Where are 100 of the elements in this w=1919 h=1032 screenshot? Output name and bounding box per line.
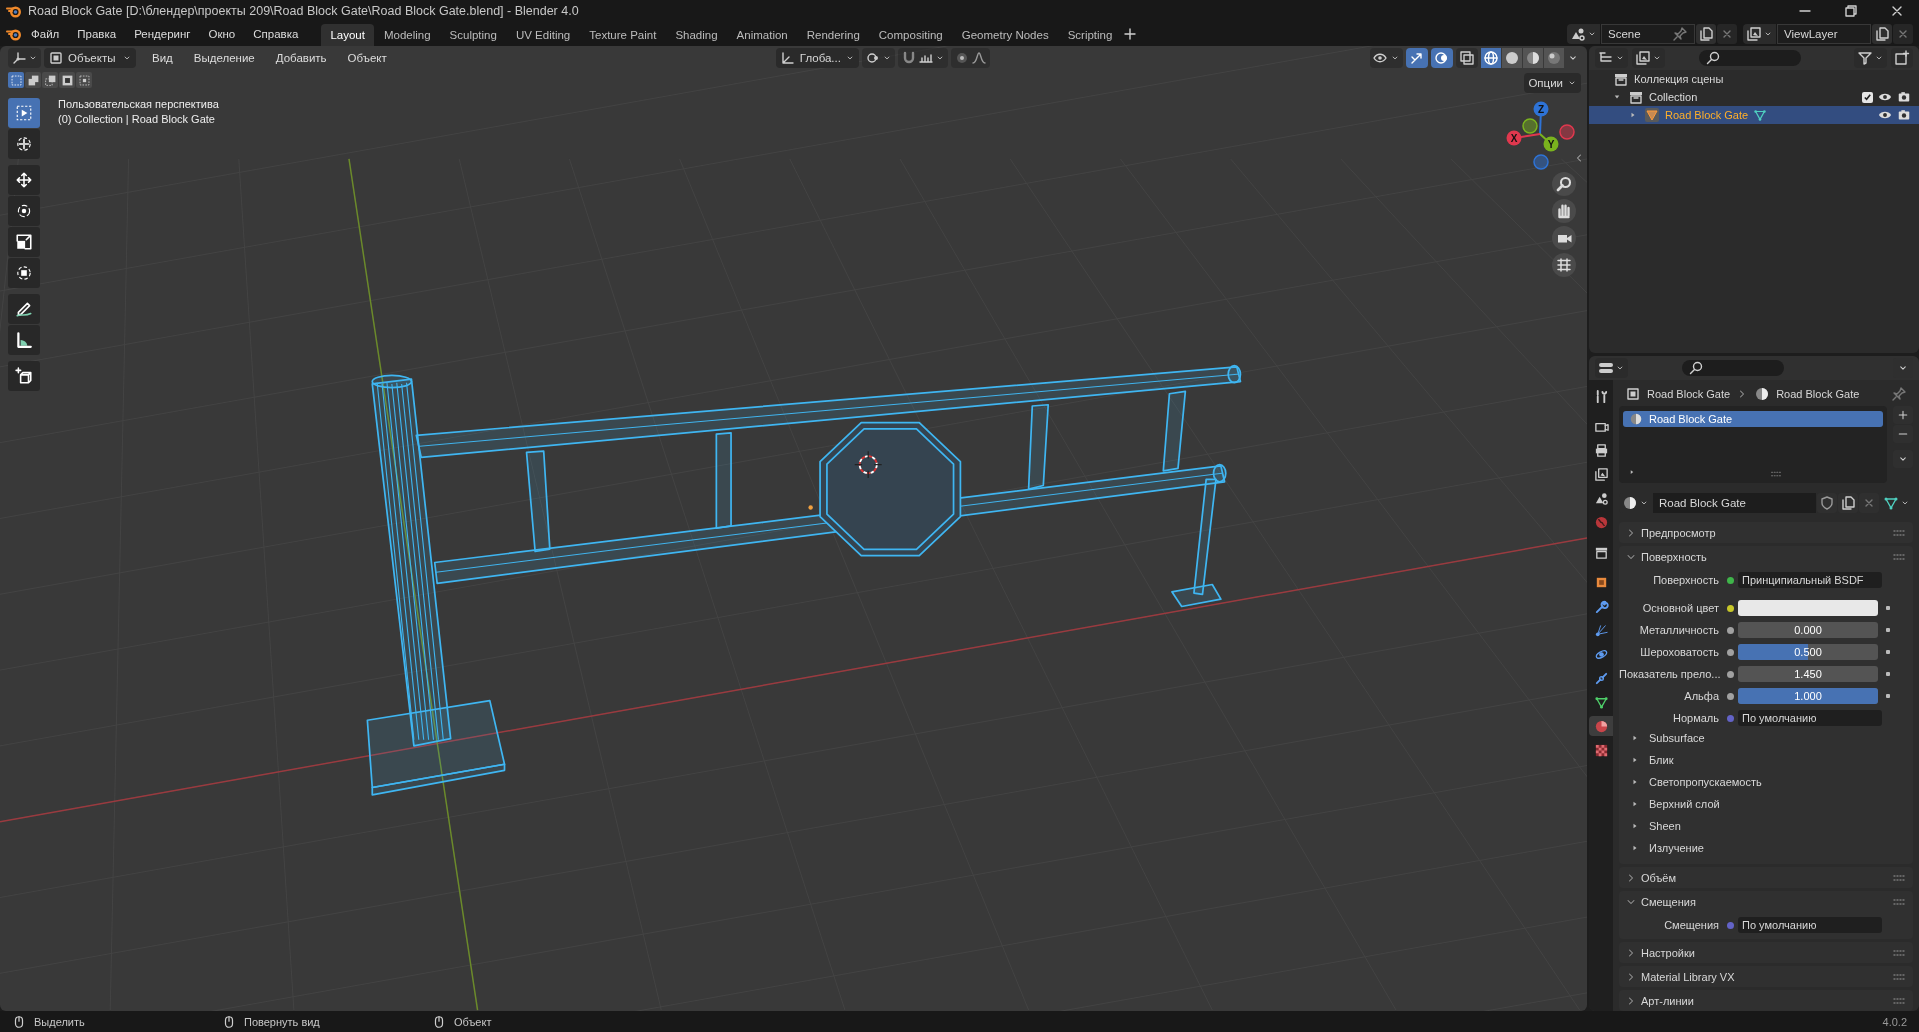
panel-header[interactable]: Предпросмотр	[1619, 522, 1913, 543]
tree-row[interactable]: Road Block Gate	[1589, 106, 1919, 124]
socket-dot[interactable]	[1727, 714, 1734, 722]
workspace-tab[interactable]: Animation	[727, 24, 797, 46]
tool-button[interactable]	[8, 361, 40, 391]
fake-user-button[interactable]	[1817, 493, 1837, 513]
menu-item[interactable]: Окно	[199, 28, 245, 40]
panel-header[interactable]: Объём	[1619, 867, 1913, 888]
tool-button[interactable]	[8, 325, 40, 355]
workspace-tab[interactable]: UV Editing	[506, 24, 580, 46]
workspace-tab[interactable]: Rendering	[797, 24, 869, 46]
workspace-tab[interactable]: Compositing	[869, 24, 952, 46]
slot-menu-button[interactable]	[1893, 450, 1913, 468]
select-mode-button[interactable]	[76, 72, 92, 88]
material-slot[interactable]: Road Block Gate	[1623, 411, 1883, 427]
subpanel-header[interactable]: Sheen	[1619, 815, 1905, 837]
tree-item-label[interactable]: Коллекция сцены	[1634, 73, 1724, 85]
tool-button[interactable]	[8, 258, 40, 288]
panel-header[interactable]: Арт-линии	[1619, 990, 1913, 1011]
subpanel-header[interactable]: Subsurface	[1619, 727, 1905, 749]
proportional-edit-button[interactable]	[950, 48, 990, 68]
add-icon[interactable]	[1122, 26, 1139, 42]
socket-dot[interactable]	[1727, 626, 1734, 634]
menu-item[interactable]: Выделение	[184, 52, 264, 64]
hand-icon[interactable]	[1552, 199, 1576, 223]
select-mode-button[interactable]	[42, 72, 58, 88]
tool-button[interactable]	[8, 165, 40, 195]
subpanel-header[interactable]: Излучение	[1619, 837, 1905, 859]
scene-field[interactable]: Scene	[1601, 24, 1695, 44]
number-field[interactable]: 1.450	[1738, 666, 1878, 682]
subpanel-header[interactable]: Верхний слой	[1619, 793, 1905, 815]
tool-button[interactable]	[8, 129, 40, 159]
editor-type-button[interactable]	[8, 48, 41, 68]
view-layer-field[interactable]: ViewLayer	[1777, 24, 1871, 44]
camera-view-icon[interactable]	[1552, 226, 1576, 250]
color-swatch[interactable]	[1738, 600, 1878, 616]
axis-dot[interactable]	[1559, 124, 1575, 140]
checkbox[interactable]	[1862, 91, 1873, 103]
menu-item[interactable]: Рендеринг	[125, 28, 200, 40]
shading-button[interactable]	[1544, 48, 1564, 68]
linked-node-field[interactable]: По умолчанию	[1738, 917, 1882, 933]
menu-item[interactable]: Вид	[143, 52, 182, 64]
scene-type-button[interactable]	[1567, 24, 1600, 44]
shading-button[interactable]	[1481, 48, 1501, 68]
grid-icon[interactable]	[1552, 253, 1576, 277]
tool-button[interactable]	[8, 294, 40, 324]
options-dropdown[interactable]: Опции	[1524, 73, 1581, 93]
search-field[interactable]	[1682, 360, 1784, 376]
socket-dot[interactable]	[1727, 648, 1734, 656]
delete-scene-button[interactable]	[1717, 24, 1737, 44]
display-mode-button[interactable]	[1632, 48, 1665, 68]
delete-view-layer-button[interactable]	[1893, 24, 1913, 44]
menu-item[interactable]: Добавить	[266, 52, 336, 64]
orientation-dropdown[interactable]: Глоба...	[775, 48, 859, 68]
viewport-toggle-button[interactable]	[1406, 48, 1428, 68]
linked-node-field[interactable]: По умолчанию	[1738, 710, 1882, 726]
new-scene-button[interactable]	[1696, 24, 1716, 44]
filter-button[interactable]	[1854, 48, 1887, 68]
slider-field[interactable]: 0.000	[1738, 622, 1878, 638]
zoom-icon[interactable]	[1552, 172, 1576, 196]
new-collection-button[interactable]	[1891, 48, 1913, 68]
socket-dot[interactable]	[1727, 576, 1734, 584]
socket-dot[interactable]	[1727, 921, 1734, 929]
menu-item[interactable]: Файл	[22, 28, 69, 40]
select-mode-button[interactable]	[59, 72, 75, 88]
workspace-tab[interactable]: Texture Paint	[580, 24, 666, 46]
snap-button[interactable]	[897, 48, 948, 68]
socket-dot[interactable]	[1727, 692, 1734, 700]
search-field[interactable]	[1699, 50, 1801, 66]
panel-header[interactable]: Поверхность	[1619, 546, 1913, 567]
menu-item[interactable]: Объект	[338, 52, 396, 64]
tool-button[interactable]	[8, 227, 40, 257]
tool-button[interactable]	[8, 196, 40, 226]
shading-button[interactable]	[1502, 48, 1522, 68]
restore-icon[interactable]	[1843, 3, 1859, 19]
camera-icon[interactable]	[1897, 108, 1911, 122]
subpanel-header[interactable]: Блик	[1619, 749, 1905, 771]
workspace-tab[interactable]: Sculpting	[440, 24, 506, 46]
properties-tab[interactable]	[1589, 716, 1613, 736]
menu-item[interactable]: Справка	[244, 28, 308, 40]
panel-header[interactable]: Настройки	[1619, 942, 1913, 963]
workspace-tab[interactable]: Geometry Nodes	[952, 24, 1058, 46]
unlink-material-button[interactable]	[1859, 493, 1879, 513]
select-mode-button[interactable]	[25, 72, 41, 88]
axis-handle[interactable]: X	[1506, 130, 1541, 146]
workspace-tab[interactable]: Layout	[321, 24, 374, 46]
panel-header[interactable]: Смещения	[1619, 891, 1913, 912]
pin-icon[interactable]	[1891, 385, 1907, 402]
viewport-toggle-button[interactable]	[1431, 48, 1453, 68]
pin-icon[interactable]	[1672, 26, 1688, 42]
remove-slot-button[interactable]	[1893, 425, 1913, 443]
subpanel-header[interactable]: Светопропускаемость	[1619, 771, 1905, 793]
tree-row[interactable]: Collection	[1589, 88, 1919, 106]
axis-handle[interactable]: Z	[1533, 101, 1549, 135]
workspace-tab[interactable]: Shading	[666, 24, 727, 46]
camera-icon[interactable]	[1897, 90, 1911, 104]
linked-node-field[interactable]: Принципиальный BSDF	[1738, 572, 1882, 588]
viewport-toggle-button[interactable]	[1456, 48, 1478, 68]
panel-header[interactable]: Material Library VX	[1619, 966, 1913, 987]
pivot-button[interactable]	[861, 48, 895, 68]
